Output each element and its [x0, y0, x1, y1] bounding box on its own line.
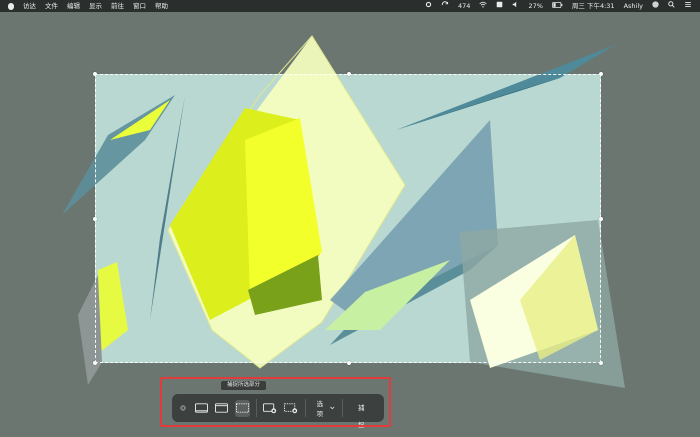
resize-handle-bottom-right[interactable]: [599, 361, 603, 365]
user-name[interactable]: Ashily: [624, 0, 643, 12]
temperature-value: 474: [458, 2, 471, 10]
menu-window[interactable]: 窗口: [133, 0, 146, 12]
menu-bar-left: 访达 文件 编辑 显示 前往 窗口 帮助: [0, 0, 176, 12]
clock[interactable]: 周三 下午4:31: [572, 0, 615, 12]
resize-handle-bottom-left[interactable]: [93, 361, 97, 365]
search-icon[interactable]: [668, 0, 675, 12]
menu-help[interactable]: 帮助: [155, 0, 168, 12]
sync-icon[interactable]: [441, 0, 449, 12]
resize-handle-right[interactable]: [599, 217, 603, 221]
resize-handle-top-right[interactable]: [599, 72, 603, 76]
menu-bar: 访达 文件 编辑 显示 前往 窗口 帮助 474 27% 周三 下午4:31 A…: [0, 0, 700, 12]
battery-percent: 27%: [528, 2, 543, 10]
volume-icon[interactable]: [512, 0, 519, 12]
gear-status-icon[interactable]: [425, 0, 432, 12]
resize-handle-bottom[interactable]: [347, 361, 351, 365]
menu-edit[interactable]: 编辑: [67, 0, 80, 12]
menu-bar-right: 474 27% 周三 下午4:31 Ashily: [417, 0, 700, 12]
battery-icon[interactable]: [552, 0, 563, 12]
menu-file[interactable]: 文件: [45, 0, 58, 12]
control-center-icon[interactable]: [684, 0, 692, 12]
wifi-icon[interactable]: [479, 0, 488, 12]
resize-handle-top[interactable]: [347, 72, 351, 76]
menu-finder[interactable]: 访达: [23, 0, 36, 12]
menu-view[interactable]: 显示: [89, 0, 102, 12]
avatar[interactable]: [652, 0, 659, 12]
input-method-icon[interactable]: [496, 0, 503, 12]
highlight-annotation-box: [160, 377, 391, 427]
apple-icon[interactable]: [8, 2, 14, 10]
selection-area[interactable]: [93, 72, 603, 365]
menu-go[interactable]: 前往: [111, 0, 124, 12]
resize-handle-top-left[interactable]: [93, 72, 97, 76]
resize-handle-left[interactable]: [93, 217, 97, 221]
